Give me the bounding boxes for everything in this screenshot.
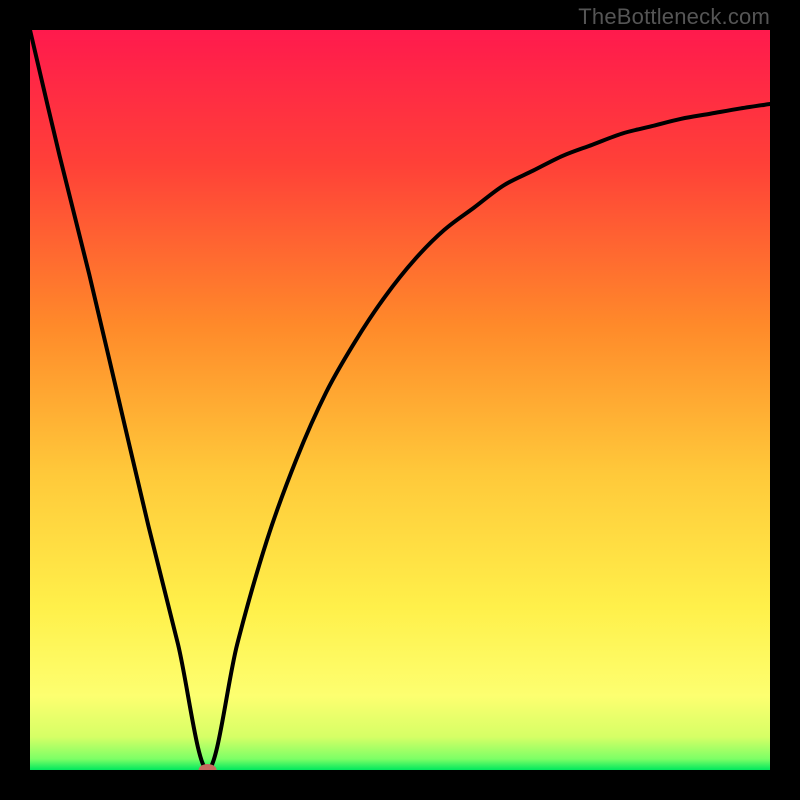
chart-background: [30, 30, 770, 770]
watermark-text: TheBottleneck.com: [578, 4, 770, 30]
bottleneck-chart: [30, 30, 770, 770]
chart-frame: [30, 30, 770, 770]
